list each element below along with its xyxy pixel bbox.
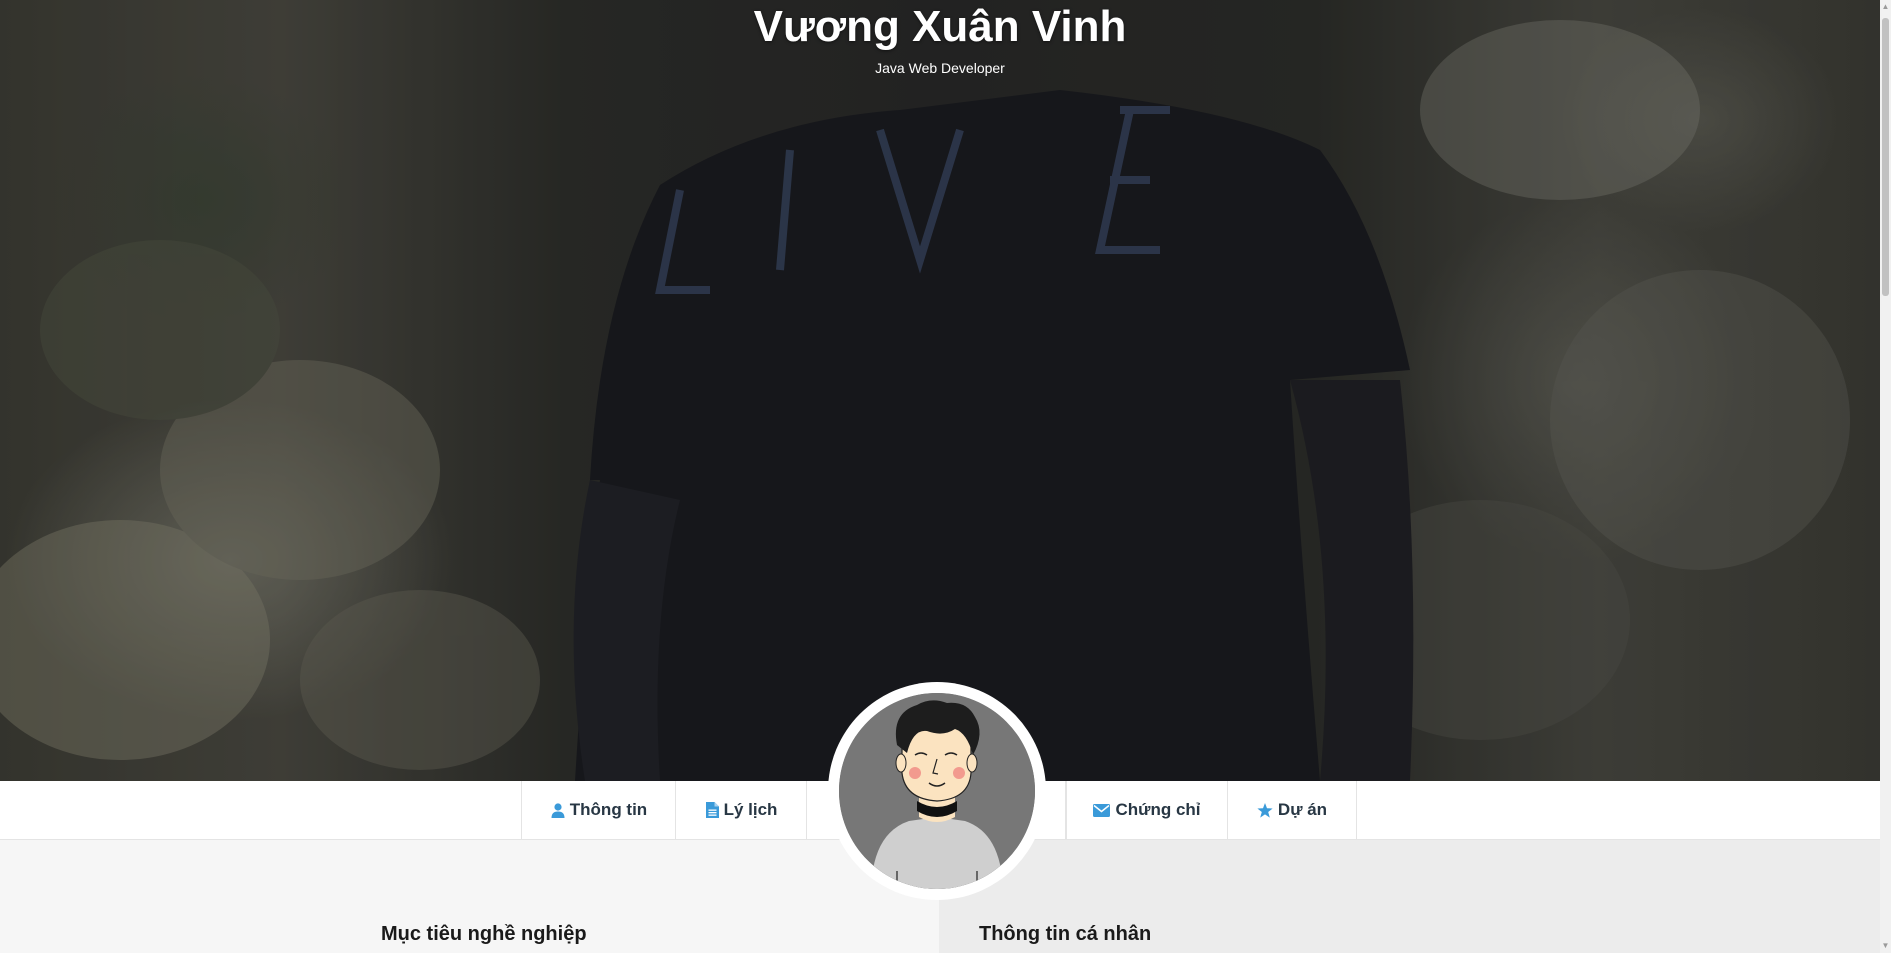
hero-banner: Vương Xuân Vinh Java Web Developer (0, 0, 1880, 781)
envelope-icon (1093, 803, 1111, 817)
career-objective-title: Mục tiêu nghề nghiệp (381, 923, 587, 945)
scroll-thumb[interactable] (1882, 18, 1889, 296)
nav-item-label: Dự án (1277, 800, 1328, 819)
nav-item-projects[interactable]: Dự án (1227, 781, 1357, 839)
avatar (828, 682, 1046, 900)
nav-item-certificates[interactable]: Chứng chỉ (1065, 781, 1228, 839)
document-icon (705, 802, 719, 818)
scroll-up-icon[interactable]: ▲ (1880, 0, 1891, 14)
nav-item-label: Thông tin (569, 800, 648, 819)
star-icon (1257, 802, 1273, 818)
personal-info-title: Thông tin cá nhân (979, 923, 1152, 945)
scroll-down-icon[interactable]: ▼ (1880, 939, 1891, 953)
avatar-image (839, 693, 1035, 889)
hero-role: Java Web Developer (875, 60, 1005, 76)
hero-name: Vương Xuân Vinh (753, 2, 1127, 51)
user-icon (551, 802, 565, 818)
nav-item-label: Lý lịch (723, 800, 778, 819)
nav-item-info[interactable]: Thông tin (521, 781, 676, 839)
nav-item-cv[interactable]: Lý lịch (675, 781, 807, 839)
page-scrollbar[interactable]: ▲ ▼ (1880, 0, 1891, 953)
hero-overlay (0, 0, 1880, 781)
nav-item-label: Chứng chỉ (1115, 800, 1201, 819)
